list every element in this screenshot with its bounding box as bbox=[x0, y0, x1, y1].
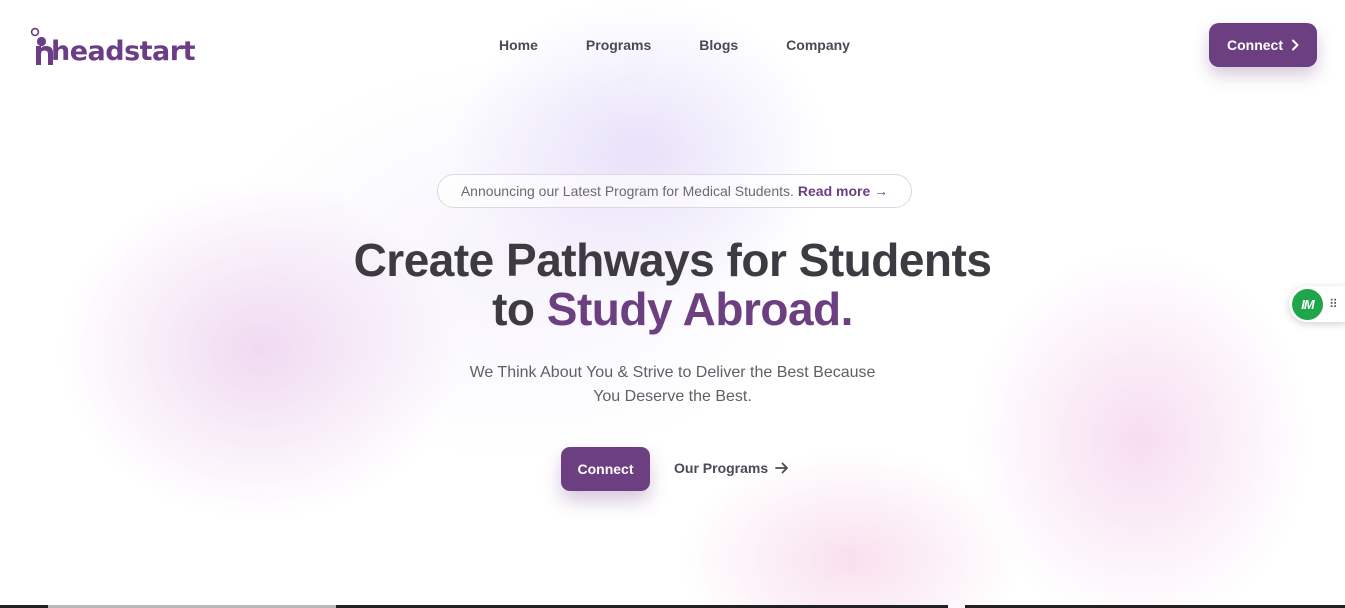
hero-subtitle: We Think About You & Strive to Deliver t… bbox=[0, 361, 1345, 409]
floating-widget[interactable]: IM ⠿ bbox=[1289, 286, 1345, 322]
read-more-link[interactable]: Read more → bbox=[798, 183, 888, 199]
our-programs-link[interactable]: Our Programs bbox=[674, 460, 789, 476]
drag-handle-icon[interactable]: ⠿ bbox=[1329, 298, 1338, 310]
header-connect-button[interactable]: Connect bbox=[1209, 23, 1317, 67]
header-connect-label: Connect bbox=[1227, 37, 1283, 53]
nav-link-home[interactable]: Home bbox=[480, 36, 556, 54]
hero-subtitle-line1: We Think About You & Strive to Deliver t… bbox=[469, 364, 876, 381]
hero-connect-button[interactable]: Connect bbox=[561, 447, 650, 491]
nav-link-blogs[interactable]: Blogs bbox=[680, 36, 756, 54]
brand-wordmark: headstart bbox=[51, 36, 196, 67]
chevron-right-icon bbox=[1292, 39, 1299, 51]
our-programs-label: Our Programs bbox=[674, 460, 769, 476]
widget-badge-icon[interactable]: IM bbox=[1292, 288, 1323, 320]
brand-logo[interactable]: headstart bbox=[30, 24, 196, 67]
nav-link-programs[interactable]: Programs bbox=[567, 36, 669, 54]
announcement-pill: Announcing our Latest Program for Medica… bbox=[437, 174, 912, 208]
main-nav: Home Programs Blogs Company bbox=[480, 36, 879, 54]
nav-link-company[interactable]: Company bbox=[767, 36, 868, 54]
arrow-right-icon bbox=[775, 462, 789, 474]
hero-title: Create Pathways for Students to Study Ab… bbox=[0, 236, 1345, 334]
hero-title-line1: Create Pathways for Students bbox=[353, 234, 992, 286]
hero-title-line2-prefix: to bbox=[492, 283, 535, 335]
logo-mark-icon bbox=[30, 26, 54, 66]
announcement-text: Announcing our Latest Program for Medica… bbox=[460, 183, 794, 199]
hero-subtitle-line2: You Deserve the Best. bbox=[593, 388, 752, 405]
hero-title-accent: Study Abroad. bbox=[546, 283, 854, 335]
